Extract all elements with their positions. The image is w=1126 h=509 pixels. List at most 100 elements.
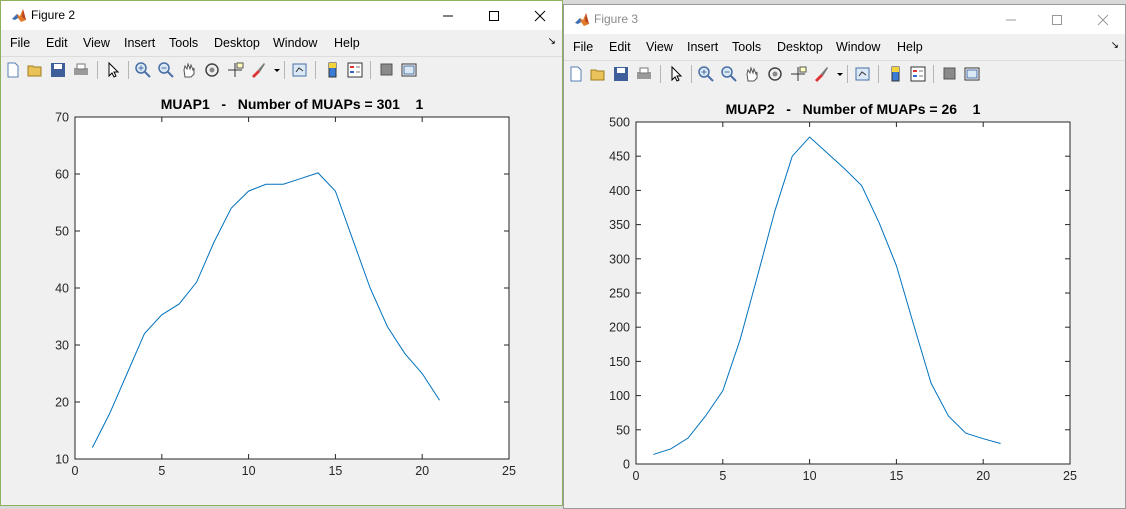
legend-icon[interactable] [346,61,364,79]
y-tick-label: 200 [609,321,630,335]
y-tick-label: 100 [609,389,630,403]
new-figure-icon[interactable] [567,65,585,83]
data-cursor-icon[interactable] [789,65,807,83]
x-tick-label: 10 [242,464,256,478]
menu-insert[interactable]: Insert [124,36,155,50]
figure-2-window[interactable]: Figure 2 File Edit View Insert Tools Des… [0,0,563,506]
x-tick-label: 20 [976,469,990,483]
x-tick-label: 25 [1063,469,1077,483]
pan-hand-icon[interactable] [743,65,761,83]
x-tick-label: 10 [803,469,817,483]
y-tick-label: 20 [55,396,69,410]
colorbar-icon[interactable] [887,65,905,83]
figure-3-window[interactable]: Figure 3 File Edit View Insert Tools Des… [563,4,1126,509]
menu-help[interactable]: Help [897,40,923,54]
x-tick-label: 5 [719,469,726,483]
menu-insert[interactable]: Insert [687,40,718,54]
open-file-icon[interactable] [589,65,607,83]
menu-help[interactable]: Help [334,36,360,50]
print-icon[interactable] [72,61,90,79]
menu-edit[interactable]: Edit [609,40,631,54]
window-title: Figure 3 [594,12,639,26]
menu-tools[interactable]: Tools [169,36,198,50]
rotate-3d-icon[interactable] [766,65,784,83]
y-tick-label: 40 [55,282,69,296]
new-figure-icon[interactable] [4,61,22,79]
dock-arrow-icon[interactable]: ↘ [1111,40,1119,51]
y-tick-label: 300 [609,252,630,266]
y-tick-label: 400 [609,184,630,198]
toolbar-separator [847,65,848,83]
plot-axes[interactable]: MUAP2 - Number of MUAPs = 26 1 0 5 10 15 20 25… [564,88,1125,508]
menu-file[interactable]: File [10,36,30,50]
toolbar-separator [315,61,316,79]
menu-desktop[interactable]: Desktop [777,40,823,54]
y-tick-label: 70 [55,111,69,125]
x-tick-label: 20 [415,464,429,478]
y-tick-label: 250 [609,287,630,301]
plot-area[interactable] [636,122,1070,464]
zoom-in-icon[interactable] [697,65,715,83]
menu-tools[interactable]: Tools [732,40,761,54]
minimize-button[interactable] [425,1,471,30]
menu-file[interactable]: File [573,40,593,54]
edit-plot-arrow-icon[interactable] [667,65,685,83]
save-icon[interactable] [49,61,67,79]
figure-toolbar [564,60,1125,89]
zoom-in-icon[interactable] [134,61,152,79]
dock-arrow-icon[interactable]: ↘ [548,36,556,47]
link-plot-icon[interactable] [854,65,872,83]
figure-area: MUAP2 - Number of MUAPs = 26 1 0 5 10 15 20 25… [564,88,1125,508]
title-bar[interactable]: Figure 2 [1,1,562,30]
close-button[interactable] [1080,5,1125,34]
rotate-3d-icon[interactable] [203,61,221,79]
minimize-button[interactable] [988,5,1034,34]
menu-window[interactable]: Window [273,36,317,50]
hide-plot-tools-icon[interactable] [941,65,959,83]
x-tick-label: 15 [889,469,903,483]
brush-icon[interactable] [812,65,830,83]
open-file-icon[interactable] [26,61,44,79]
title-bar[interactable]: Figure 3 [564,5,1125,34]
maximize-icon [489,11,499,21]
menu-view[interactable]: View [83,36,110,50]
zoom-out-icon[interactable] [720,65,738,83]
toolbar-separator [660,65,661,83]
print-icon[interactable] [635,65,653,83]
x-tick-label: 15 [328,464,342,478]
maximize-button[interactable] [471,1,517,30]
x-tick-label: 0 [72,464,79,478]
y-tick-label: 50 [55,225,69,239]
brush-icon[interactable] [249,61,267,79]
close-icon [1097,14,1109,26]
link-plot-icon[interactable] [291,61,309,79]
menu-desktop[interactable]: Desktop [214,36,260,50]
show-plot-tools-icon[interactable] [963,65,981,83]
y-tick-label: 0 [623,458,630,472]
zoom-out-icon[interactable] [157,61,175,79]
toolbar-separator [878,65,879,83]
y-tick-label: 60 [55,168,69,182]
menu-window[interactable]: Window [836,40,880,54]
pan-hand-icon[interactable] [180,61,198,79]
show-plot-tools-icon[interactable] [400,61,418,79]
menu-edit[interactable]: Edit [46,36,68,50]
plot-area[interactable] [75,117,509,459]
edit-plot-arrow-icon[interactable] [104,61,122,79]
x-tick-label: 0 [633,469,640,483]
data-cursor-icon[interactable] [226,61,244,79]
save-icon[interactable] [612,65,630,83]
toolbar-separator [97,61,98,79]
minimize-icon [443,15,453,17]
y-tick-label: 350 [609,218,630,232]
legend-icon[interactable] [909,65,927,83]
plot-axes[interactable]: MUAP1 - Number of MUAPs = 301 1 0 5 10 15 20 2… [1,84,562,505]
figure-toolbar [1,56,562,85]
maximize-button[interactable] [1034,5,1080,34]
menu-bar: File Edit View Insert Tools Desktop Wind… [564,34,1125,60]
window-title: Figure 2 [31,8,76,22]
colorbar-icon[interactable] [324,61,342,79]
menu-view[interactable]: View [646,40,673,54]
close-button[interactable] [517,1,562,30]
hide-plot-tools-icon[interactable] [378,61,396,79]
